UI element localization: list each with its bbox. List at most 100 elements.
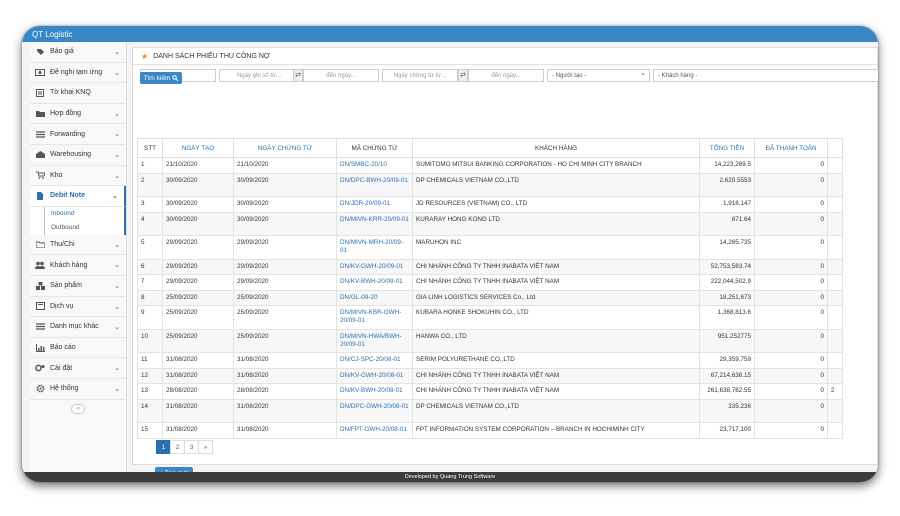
sidebar-item-hop-dong[interactable]: Hợp đồng ⌄ xyxy=(30,104,126,125)
row-customer: CHI NHÁNH CÔNG TY TNHH INABATA VIỆT NAM xyxy=(412,367,700,384)
row-doc-no-link[interactable]: DN/JDR-20/09-01 xyxy=(336,196,413,213)
sidebar-collapse-button[interactable]: « xyxy=(71,403,85,414)
row-stt: 11 xyxy=(137,352,163,369)
row-stt: 12 xyxy=(137,367,163,384)
table-row[interactable]: 13 28/08/2020 28/08/2020 DN/KV-BWH-20/08-01… xyxy=(137,383,843,400)
sidebar-item-debit-note[interactable]: Debit Note ⌄ xyxy=(30,186,126,207)
table-row[interactable]: 1 21/10/2020 21/10/2020 DN/SMBC-20/10 SUMITO… xyxy=(137,157,843,174)
doc-date-from-input[interactable]: Ngày chứng từ từ... xyxy=(382,69,458,82)
next-page-button[interactable]: » xyxy=(198,440,213,454)
row-extra xyxy=(827,235,843,260)
page-button[interactable]: 2 xyxy=(170,440,185,454)
page-button[interactable]: 3 xyxy=(184,440,199,454)
sidebar-item-bao-cao[interactable]: Báo cáo xyxy=(30,338,126,359)
sidebar-item-forwarding[interactable]: Forwarding ⌄ xyxy=(30,124,126,145)
table-row[interactable]: 14 31/08/2020 31/08/2020 DN/DPC-GWH-20/08-0… xyxy=(137,398,843,423)
chevron-down-icon: ⌄ xyxy=(114,365,120,373)
sidebar: Báo giá ⌄ Đề nghị tạm ứng ⌄ Tờ khai KNQ … xyxy=(30,42,127,472)
chevron-down-icon: ⌄ xyxy=(114,172,120,180)
sidebar-item-he-thong[interactable]: Hệ thống ⌄ xyxy=(30,379,126,400)
row-doc-no-link[interactable]: DN/MIVN-KRR-20/09-01 xyxy=(336,211,413,236)
row-doc-date: 21/10/2020 xyxy=(233,157,337,174)
table-row[interactable]: 12 31/08/2020 31/08/2020 DN/KV-GWH-20/08-01… xyxy=(137,367,843,384)
column-header-stt: STT xyxy=(137,138,163,158)
table-row[interactable]: 7 29/09/2020 29/09/2020 DN/KV-BWH-20/09-01 C… xyxy=(137,274,843,291)
row-stt: 10 xyxy=(137,328,163,353)
chevron-down-icon: ⌄ xyxy=(114,110,120,118)
table-row[interactable]: 4 30/09/2020 30/09/2020 DN/MIVN-KRR-20/09-0… xyxy=(137,211,843,236)
table-row[interactable]: 9 25/09/2020 25/09/2020 DN/MIVN-KBR-GWH-20/… xyxy=(137,305,843,330)
table-row[interactable]: 15 31/08/2020 31/08/2020 DN/FPT-GWH-20/08-0… xyxy=(137,422,843,439)
table-row[interactable]: 8 25/09/2020 25/09/2020 DN/GL-09-20 GIA LINH… xyxy=(137,289,843,306)
sidebar-subitem-inbound[interactable]: Inbound xyxy=(30,206,126,221)
sidebar-item-danh-muc-khac[interactable]: Danh mục khác ⌄ xyxy=(30,317,126,338)
row-doc-no-link[interactable]: DN/KV-BWH-20/08-01 xyxy=(336,383,413,400)
row-total: 14,223,269.5 xyxy=(699,157,755,174)
sidebar-item-cai-dat[interactable]: Cài đặt ⌄ xyxy=(30,358,126,379)
row-doc-no-link[interactable]: DN/MIVN-MRH-20/09-01 xyxy=(336,235,413,260)
sidebar-item-label: Kho xyxy=(50,171,63,179)
sidebar-item-khach-hang[interactable]: Khách hàng ⌄ xyxy=(30,255,126,276)
row-total: 52,753,583.74 xyxy=(699,258,755,275)
sidebar-item-thu-chi[interactable]: Thu/Chi ⌄ xyxy=(30,235,126,256)
table-row[interactable]: 10 25/09/2020 25/09/2020 DN/MIVN-HWA/BWH-20… xyxy=(137,328,843,353)
app-title: QT Logistic xyxy=(22,26,878,42)
row-stt: 15 xyxy=(137,422,163,439)
row-doc-date: 29/09/2020 xyxy=(233,274,337,291)
row-customer: KURARAY HONG KONG LTD xyxy=(412,211,700,236)
doc-date-to-input[interactable]: đến ngày... xyxy=(468,69,544,82)
list-icon xyxy=(35,130,45,138)
row-doc-no-link[interactable]: DN/MIVN-KBR-GWH-20/09-01 xyxy=(336,305,413,330)
sidebar-item-san-pham[interactable]: Sản phẩm ⌄ xyxy=(30,276,126,297)
warehouse-icon xyxy=(35,151,45,159)
sidebar-item-kho[interactable]: Kho ⌄ xyxy=(30,166,126,187)
row-doc-date: 31/08/2020 xyxy=(233,352,337,369)
row-doc-no-link[interactable]: DN/SMBC-20/10 xyxy=(336,157,413,174)
table-row[interactable]: 11 31/08/2020 31/08/2020 DN/CJ-SPC-20/08-01… xyxy=(137,352,843,369)
row-customer: KUBARA HONKE SHOKUHIN CO., LTD xyxy=(412,305,700,330)
customer-select[interactable]: - Khách hàng - xyxy=(653,69,878,82)
row-doc-no-link[interactable]: DN/KV-GWH-20/08-01 xyxy=(336,367,413,384)
record-date-from-input[interactable]: Ngày ghi sổ từ... xyxy=(219,69,299,82)
row-customer: CHI NHÁNH CÔNG TY TNHH INABATA VIỆT NAM xyxy=(412,274,700,291)
row-total: 261,638,762.55 xyxy=(699,383,755,400)
row-doc-no-link[interactable]: DN/FPT-GWH-20/08-01 xyxy=(336,422,413,439)
row-doc-no-link[interactable]: DN/DPC-BWH-20/09-01 xyxy=(336,172,413,197)
creator-select[interactable]: - Người tạo - xyxy=(547,69,650,82)
table-row[interactable]: 2 30/09/2020 30/09/2020 DN/DPC-BWH-20/09-01… xyxy=(137,172,843,197)
column-header-total[interactable]: TỔNG TIỀN xyxy=(699,138,755,158)
table-row[interactable]: 6 29/09/2020 29/09/2020 DN/KV-GWH-20/09-01 C… xyxy=(137,258,843,275)
row-doc-no-link[interactable]: DN/KV-BWH-20/09-01 xyxy=(336,274,413,291)
column-header-paid[interactable]: ĐÃ THANH TOÁN xyxy=(754,138,828,158)
row-doc-no-link[interactable]: DN/CJ-SPC-20/08-01 xyxy=(336,352,413,369)
column-header-created-date[interactable]: NGÀY TẠO xyxy=(162,138,234,158)
star-icon: ★ xyxy=(141,51,149,61)
sidebar-item-warehousing[interactable]: Warehousing ⌄ xyxy=(30,145,126,166)
table-row[interactable]: 5 29/09/2020 29/09/2020 DN/MIVN-MRH-20/09-0… xyxy=(137,235,843,260)
column-header-doc-date[interactable]: NGÀY CHỨNG TỪ xyxy=(233,138,337,158)
sidebar-item-dich-vu[interactable]: Dịch vụ ⌄ xyxy=(30,297,126,318)
app-window: QT Logistic Báo giá ⌄ Đề nghị tạm ứng ⌄ … xyxy=(22,26,878,482)
sidebar-item-bao-gia[interactable]: Báo giá ⌄ xyxy=(30,42,126,63)
sidebar-item-de-nghi-tam-ung[interactable]: Đề nghị tạm ứng ⌄ xyxy=(30,63,126,84)
sidebar-item-to-khai-knq[interactable]: Tờ khai KNQ xyxy=(30,83,126,104)
sidebar-subitem-outbound[interactable]: Outbound xyxy=(30,220,126,235)
search-button[interactable]: Tìm kiếm xyxy=(140,72,182,84)
row-created-date: 30/09/2020 xyxy=(162,172,234,197)
row-customer: MARUHON INC xyxy=(412,235,700,260)
row-doc-no-link[interactable]: DN/MIVN-HWA/BWH-20/09-01 xyxy=(336,328,413,353)
row-doc-no-link[interactable]: DN/KV-GWH-20/09-01 xyxy=(336,258,413,275)
chevron-down-icon: ⌄ xyxy=(114,282,120,290)
row-customer: GIA LINH LOGISTICS SERVICES Co., Ltd xyxy=(412,289,700,306)
row-doc-no-link[interactable]: DN/DPC-GWH-20/08-01 xyxy=(336,398,413,423)
sidebar-item-label: Báo cáo xyxy=(50,344,76,352)
service-icon xyxy=(35,302,45,311)
row-doc-no-link[interactable]: DN/GL-09-20 xyxy=(336,289,413,306)
row-total: 18,251,673 xyxy=(699,289,755,306)
row-customer: SUMITOMO MITSUI BANKING CORPORATION - HO… xyxy=(412,157,700,174)
record-date-to-input[interactable]: đến ngày... xyxy=(303,69,379,82)
page-button[interactable]: 1 xyxy=(156,440,171,454)
table-row[interactable]: 3 30/09/2020 30/09/2020 DN/JDR-20/09-01 JD R… xyxy=(137,196,843,213)
row-paid: 0 xyxy=(754,398,828,423)
price-tag-icon xyxy=(35,48,45,56)
